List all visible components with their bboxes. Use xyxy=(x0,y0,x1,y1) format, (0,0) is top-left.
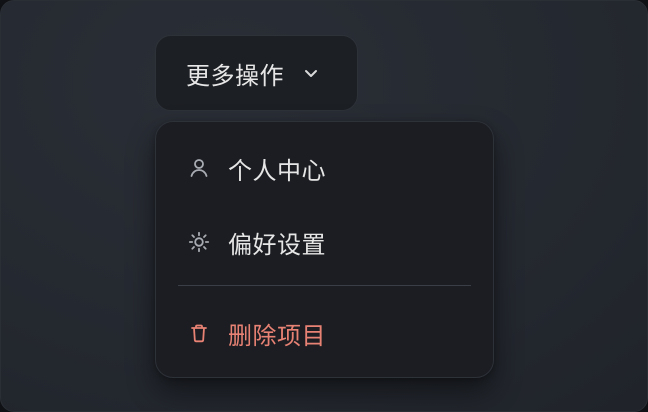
user-icon xyxy=(188,157,210,179)
menu-item-label: 个人中心 xyxy=(228,156,326,185)
sun-icon xyxy=(188,231,210,253)
more-actions-button[interactable]: 更多操作 xyxy=(155,35,358,111)
more-actions-label: 更多操作 xyxy=(186,61,284,90)
app-frame: 更多操作 个人中心 偏好设置 删除项目 xyxy=(0,0,648,412)
menu-item-label: 删除项目 xyxy=(228,321,326,350)
menu-divider xyxy=(178,285,471,286)
menu-item-preferences[interactable]: 偏好设置 xyxy=(156,214,493,270)
dropdown-menu: 个人中心 偏好设置 删除项目 xyxy=(155,121,494,378)
chevron-down-icon xyxy=(302,64,320,82)
trash-icon xyxy=(188,322,210,344)
menu-item-label: 偏好设置 xyxy=(228,230,326,259)
menu-item-delete[interactable]: 删除项目 xyxy=(156,305,493,361)
menu-item-profile[interactable]: 个人中心 xyxy=(156,140,493,196)
